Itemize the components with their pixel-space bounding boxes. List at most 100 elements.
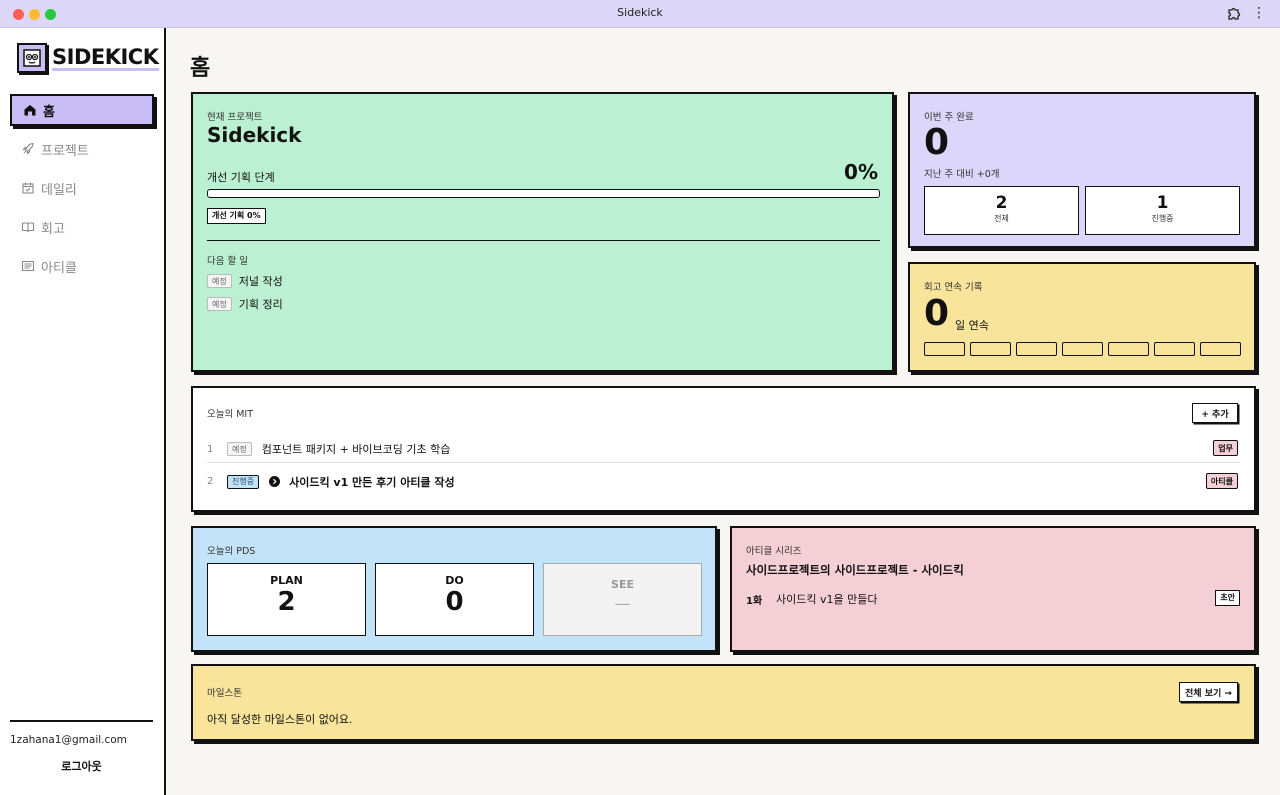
home-icon [23, 103, 37, 117]
pds-plan-value: 2 [277, 587, 296, 617]
mit-category-tag: 아티클 [1205, 473, 1238, 489]
mit-section-label: 오늘의 MIT [207, 409, 254, 420]
episode-status-tag: 초안 [1215, 590, 1240, 606]
view-all-milestones-button[interactable]: 전체 보기 → [1179, 682, 1238, 702]
today-pds-card: 오늘의 PDS PLAN 2 DO 0 SEE — [191, 526, 717, 652]
stage-label: 개선 기획 단계 [207, 171, 275, 184]
stage-chip[interactable]: 개선 기획 0% [207, 208, 266, 224]
app-logo[interactable]: SIDEKICK [17, 43, 159, 73]
series-title[interactable]: 사이드프로젝트의 사이드프로젝트 - 사이드킥 [746, 562, 964, 578]
weekly-section-label: 이번 주 완료 [924, 112, 974, 123]
pds-see-label: SEE [611, 578, 634, 591]
streak-day-box [970, 342, 1011, 356]
progress-bar [207, 189, 880, 198]
task-status-tag: 예정 [207, 297, 232, 311]
window-titlebar: Sidekick ⋮ [0, 0, 1280, 28]
sidebar-footer: 1zahana1@gmail.com 로그아웃 [10, 720, 153, 774]
main-content: 홈 현재 프로젝트 Sidekick 개선 기획 단계 0% 개선 기획 0% … [166, 28, 1280, 795]
streak-day-box [924, 342, 965, 356]
pds-do-value: 0 [445, 587, 464, 617]
pds-plan-box[interactable]: PLAN 2 [207, 563, 366, 636]
mit-title: 컴포넌트 패키지 + 바이브코딩 기초 학습 [261, 443, 451, 456]
pds-do-box[interactable]: DO 0 [375, 563, 534, 636]
pds-see-value: — [614, 594, 631, 613]
weekly-total-box[interactable]: 2 전체 [924, 186, 1079, 235]
sidebar-item-label: 회고 [41, 221, 65, 237]
in-progress-dot-icon [269, 476, 281, 487]
milestone-card: 마일스톤 전체 보기 → 아직 달성한 마일스톤이 없어요. [191, 664, 1256, 741]
weekly-count: 0 [924, 122, 950, 163]
weekly-in-progress-label: 진행중 [1151, 214, 1174, 223]
more-menu-icon[interactable]: ⋮ [1252, 5, 1266, 21]
mit-title: 사이드킥 v1 만든 후기 아티클 작성 [289, 475, 455, 489]
sidebar-item-articles[interactable]: 아티클 [10, 250, 154, 282]
milestone-section-label: 마일스톤 [207, 688, 242, 699]
weekly-compare: 지난 주 대비 +0개 [924, 169, 1000, 180]
streak-day-box [1200, 342, 1241, 356]
extension-icon[interactable] [1226, 6, 1242, 22]
mit-number: 1 [207, 443, 214, 455]
pds-plan-label: PLAN [270, 574, 303, 587]
mit-status-tag: 예정 [227, 442, 252, 456]
episode-number: 1화 [746, 595, 763, 607]
window-title: Sidekick [617, 6, 663, 19]
mit-number: 2 [207, 476, 214, 487]
milestone-empty-text: 아직 달성한 마일스톤이 없어요. [207, 713, 353, 726]
sidebar-item-label: 아티클 [41, 260, 77, 276]
project-name[interactable]: Sidekick [207, 123, 301, 147]
streak-day-box [1108, 342, 1149, 356]
calendar-icon [21, 181, 35, 195]
project-section-label: 현재 프로젝트 [207, 112, 263, 123]
pds-do-label: DO [445, 574, 464, 587]
sidebar-item-home[interactable]: 홈 [10, 94, 154, 126]
page-title: 홈 [190, 56, 211, 81]
add-mit-button[interactable]: + 추가 [1192, 403, 1238, 423]
retro-streak-card: 회고 연속 기록 0 일 연속 [908, 262, 1256, 372]
sidebar-item-daily[interactable]: 데일리 [10, 172, 154, 204]
article-icon [21, 259, 35, 273]
streak-day-box [1154, 342, 1195, 356]
logo-text: SIDEKICK [52, 44, 159, 71]
weekly-total-value: 2 [995, 193, 1008, 213]
mit-category-tag: 업무 [1213, 440, 1238, 456]
task-status-tag: 예정 [207, 274, 232, 288]
sidebar-nav: 홈 프로젝트 데일리 회고 아티클 [10, 94, 154, 289]
article-series-card: 아티클 시리즈 사이드프로젝트의 사이드프로젝트 - 사이드킥 1화 사이드킥 … [730, 526, 1256, 652]
divider [207, 240, 880, 241]
task-title: 기획 정리 [238, 298, 283, 311]
today-mit-card: 오늘의 MIT + 추가 1 예정 컴포넌트 패키지 + 바이브코딩 기초 학습… [191, 386, 1256, 512]
book-icon [21, 220, 35, 234]
task-row[interactable]: 예정 저널 작성 [207, 273, 283, 289]
logout-button[interactable]: 로그아웃 [10, 758, 153, 774]
logo-mascot-icon [17, 43, 47, 73]
weekly-total-label: 전체 [994, 214, 1009, 223]
current-project-card: 현재 프로젝트 Sidekick 개선 기획 단계 0% 개선 기획 0% 다음… [191, 92, 894, 372]
streak-day-row [924, 342, 1241, 356]
next-tasks-label: 다음 할 일 [207, 256, 248, 267]
episode-title: 사이드킥 v1을 만들다 [776, 593, 878, 606]
mit-row[interactable]: 1 예정 컴포넌트 패키지 + 바이브코딩 기초 학습 업무 [207, 436, 1240, 463]
progress-percent: 0% [844, 160, 878, 184]
weekly-in-progress-value: 1 [1156, 193, 1169, 213]
mit-row[interactable]: 2 진행중 사이드킥 v1 만든 후기 아티클 작성 아티클 [207, 468, 1240, 495]
streak-count: 0 [924, 293, 950, 334]
streak-day-box [1062, 342, 1103, 356]
series-episode-row[interactable]: 1화 사이드킥 v1을 만들다 초안 [746, 590, 1240, 608]
sidebar-item-retro[interactable]: 회고 [10, 211, 154, 243]
mit-status-tag: 진행중 [227, 474, 260, 489]
rocket-icon [21, 142, 35, 156]
sidebar-item-label: 홈 [43, 104, 55, 120]
user-email: 1zahana1@gmail.com [10, 734, 127, 746]
sidebar-item-projects[interactable]: 프로젝트 [10, 133, 154, 165]
weekly-in-progress-box[interactable]: 1 진행중 [1085, 186, 1240, 235]
sidebar-item-label: 프로젝트 [41, 143, 89, 159]
pds-section-label: 오늘의 PDS [207, 546, 256, 557]
sidebar: SIDEKICK 홈 프로젝트 데일리 회고 아티클 1zahana1@gmai… [0, 28, 166, 795]
streak-section-label: 회고 연속 기록 [924, 282, 983, 293]
streak-unit: 일 연속 [955, 319, 989, 332]
pds-see-box[interactable]: SEE — [543, 563, 702, 636]
task-row[interactable]: 예정 기획 정리 [207, 296, 283, 312]
sidebar-item-label: 데일리 [41, 182, 77, 198]
weekly-completed-card: 이번 주 완료 0 지난 주 대비 +0개 2 전체 1 진행중 [908, 92, 1256, 248]
task-title: 저널 작성 [238, 275, 283, 288]
